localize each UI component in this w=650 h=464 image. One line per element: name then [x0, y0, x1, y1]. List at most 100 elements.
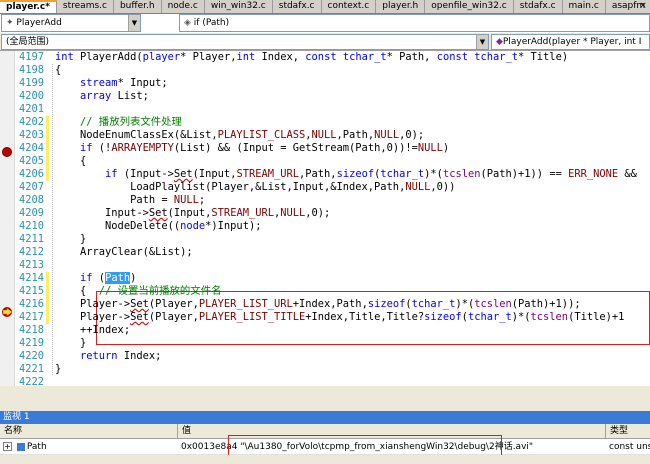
tab-7[interactable]: player.h — [376, 0, 426, 13]
code-line[interactable]: 4202 // 播放列表文件处理 — [15, 116, 650, 129]
line-number: 4206 — [18, 168, 44, 180]
tab-10[interactable]: main.c — [563, 0, 606, 13]
code-line[interactable]: 4204 if (!ARRAYEMPTY(List) && (Input = G… — [15, 142, 650, 155]
code-line[interactable]: 4216 Player->Set(Player,PLAYER_LIST_URL+… — [15, 298, 650, 311]
line-number: 4222 — [18, 376, 44, 386]
code-line[interactable]: 4197 int PlayerAdd(player* Player,int Ind… — [15, 51, 650, 64]
code-text: // 播放列表文件处理 — [80, 116, 182, 128]
code-editor[interactable]: 4197 int PlayerAdd(player* Player,int Ind… — [15, 51, 650, 386]
code-text: { — [55, 64, 62, 76]
watch-type-cell: const uns — [609, 442, 650, 452]
code-line[interactable]: 4215 { // 设置当前播放的文件名 — [15, 285, 650, 298]
file-tab-bar: player.c* streams.c buffer.h node.c win_win3… — [0, 0, 650, 14]
code-text: NodeDelete((node*)Input); — [55, 220, 262, 232]
code-line[interactable]: 4205 { — [15, 155, 650, 168]
change-marker — [46, 142, 49, 155]
change-marker — [46, 298, 49, 311]
code-line[interactable]: 4207 LoadPlaylist(Player,&List,Input,&In… — [15, 181, 650, 194]
global-scope-combo[interactable]: (全局范围) ▼ — [1, 34, 489, 50]
code-line[interactable]: 4221} — [15, 363, 650, 376]
code-text: Input->Set(Input,STREAM_URL,NULL,0); — [55, 207, 331, 219]
code-text: Player->Set(Player,PLAYER_LIST_URL+Index… — [55, 298, 581, 310]
code-text: NodeEnumClassEx(&List,PLAYLIST_CLASS,NUL… — [55, 129, 425, 141]
code-text: } — [55, 233, 87, 245]
code-line[interactable]: 4211 } — [15, 233, 650, 246]
line-number: 4203 — [18, 129, 44, 141]
scope-combo-value: PlayerAdd — [16, 18, 62, 28]
code-line[interactable]: 4212 ArrayClear(&List); — [15, 246, 650, 259]
panel-separator — [0, 394, 650, 411]
code-line[interactable]: 4200 array List; — [15, 90, 650, 103]
tab-3[interactable]: node.c — [162, 0, 205, 13]
change-marker — [46, 116, 49, 129]
code-text: { — [55, 155, 87, 167]
tab-0[interactable]: player.c* — [0, 0, 57, 13]
code-line[interactable]: 4199 stream* Input; — [15, 77, 650, 90]
name-column-header[interactable]: 名称 — [0, 424, 178, 439]
line-number: 4208 — [18, 194, 44, 206]
status-strip — [0, 455, 650, 464]
line-number: 4198 — [18, 64, 44, 76]
line-number: 4216 — [18, 298, 44, 310]
code-line[interactable]: 4209 Input->Set(Input,STREAM_URL,NULL,0)… — [15, 207, 650, 220]
editor-gutter[interactable] — [0, 51, 15, 386]
code-line[interactable]: 4201 — [15, 103, 650, 116]
annotation-box-watch — [228, 435, 502, 456]
expand-icon[interactable]: + — [3, 442, 12, 451]
change-marker — [46, 285, 49, 298]
tab-5[interactable]: stdafx.c — [273, 0, 322, 13]
line-number: 4213 — [18, 259, 44, 271]
type-column-header[interactable]: 类型 — [606, 424, 650, 439]
line-number: 4220 — [18, 350, 44, 362]
code-line[interactable]: 4213 — [15, 259, 650, 272]
code-line[interactable]: 4218 ++Index; — [15, 324, 650, 337]
tab-8[interactable]: openfile_win32.c — [425, 0, 514, 13]
function-combo[interactable]: ◆PlayerAdd(player * Player, int I — [491, 34, 650, 50]
code-line[interactable]: 4206 if (Input->Set(Input,STREAM_URL,Pat… — [15, 168, 650, 181]
tab-2[interactable]: buffer.h — [114, 0, 162, 13]
code-text: Player->Set(Player,PLAYER_LIST_TITLE+Ind… — [55, 311, 625, 323]
line-number: 4218 — [18, 324, 44, 336]
code-line[interactable]: 4217 Player->Set(Player,PLAYER_LIST_TITL… — [15, 311, 650, 324]
code-line[interactable]: 4222 — [15, 376, 650, 386]
line-number: 4214 — [18, 272, 44, 284]
code-text: ++Index; — [55, 324, 131, 336]
code-line[interactable]: 4208 Path = NULL; — [15, 194, 650, 207]
code-line[interactable]: 4203 NodeEnumClassEx(&List,PLAYLIST_CLAS… — [15, 129, 650, 142]
change-marker — [46, 272, 49, 285]
watch-row[interactable]: + Path 0x0013e8a4 "\Au1380_forVolo\tcpmp… — [0, 435, 650, 456]
line-number: 4200 — [18, 90, 44, 102]
code-line[interactable]: 4219 } — [15, 337, 650, 350]
member-combo[interactable]: ◈ if (Path) — [179, 14, 650, 32]
ide-window: { "tabs":[ {"label":"player.c*","active"… — [0, 0, 650, 464]
line-number: 4211 — [18, 233, 44, 245]
line-number: 4202 — [18, 116, 44, 128]
line-number: 4197 — [18, 51, 44, 63]
scope-combo[interactable]: ✦ PlayerAdd ▼ — [1, 14, 141, 32]
line-number: 4205 — [18, 155, 44, 167]
navigation-bar: (全局范围) ▼ ◆PlayerAdd(player * Player, int… — [0, 33, 650, 51]
watch-name: Path — [26, 442, 47, 452]
chevron-down-icon: ▼ — [128, 15, 140, 31]
code-line[interactable]: 4214 if (Path) — [15, 272, 650, 285]
close-tab-icon[interactable]: × — [638, 1, 648, 12]
line-number: 4219 — [18, 337, 44, 349]
line-number: 4201 — [18, 103, 44, 115]
code-line[interactable]: 4220 return Index; — [15, 350, 650, 363]
breakpoint-icon[interactable] — [2, 147, 12, 157]
tab-1[interactable]: streams.c — [57, 0, 114, 13]
code-line[interactable]: 4198 { — [15, 64, 650, 77]
chevron-down-icon: ▼ — [476, 35, 488, 49]
horizontal-scrollbar[interactable] — [0, 386, 650, 394]
global-scope-value: (全局范围) — [6, 37, 50, 47]
code-text: int PlayerAdd(player* Player,int Index, … — [55, 51, 569, 63]
code-text: if (!ARRAYEMPTY(List) && (Input = GetStr… — [80, 142, 450, 154]
variable-icon — [16, 442, 25, 451]
line-number: 4221 — [18, 363, 44, 375]
tab-9[interactable]: stdafx.c — [514, 0, 563, 13]
tab-4[interactable]: win_win32.c — [205, 0, 273, 13]
tab-6[interactable]: context.c — [322, 0, 377, 13]
code-line[interactable]: 4210 NodeDelete((node*)Input); — [15, 220, 650, 233]
line-number: 4215 — [18, 285, 44, 297]
code-text: return Index; — [80, 350, 162, 362]
